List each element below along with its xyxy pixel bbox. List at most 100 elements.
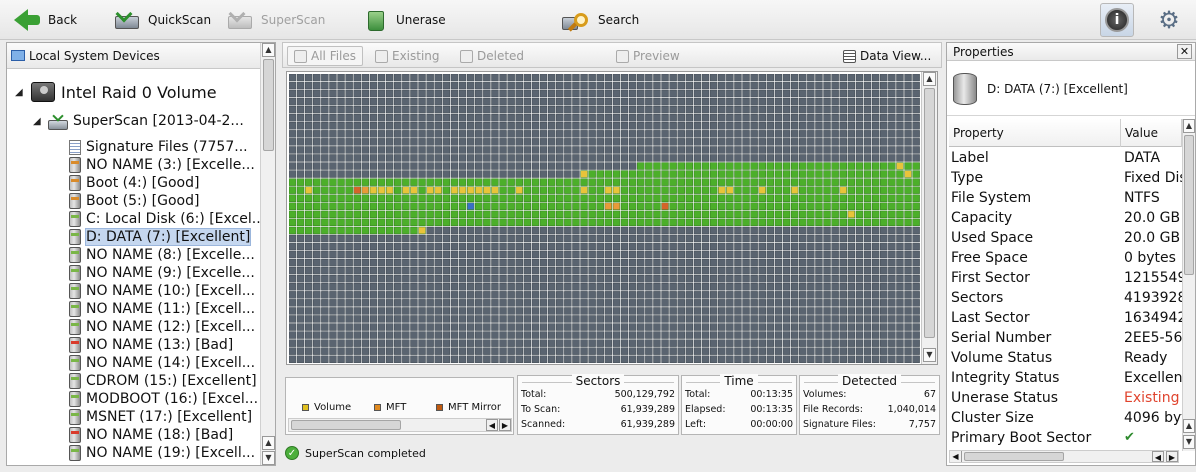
legend-scroll-thumb[interactable] — [291, 420, 401, 430]
property-row[interactable]: First Sector 1215549 — [951, 270, 1182, 290]
property-row[interactable]: File System NTFS — [951, 190, 1182, 210]
property-row[interactable]: Last Sector 1634942 — [951, 310, 1182, 330]
cluster-cell — [556, 130, 564, 138]
tree-volume-node[interactable]: NO NAME (19:) [Excell... — [69, 444, 255, 462]
tab-deleted[interactable]: Deleted — [460, 46, 524, 66]
back-button[interactable]: Back — [12, 4, 77, 36]
cluster-cell — [507, 81, 515, 90]
cluster-cell — [466, 170, 475, 178]
tree-volume-node[interactable]: NO NAME (18:) [Bad] — [69, 426, 233, 444]
property-row[interactable]: Type Fixed Dis — [951, 170, 1182, 190]
sectors-toscan-row: To Scan: 61,939,289 — [521, 404, 675, 415]
cluster-cell — [693, 226, 702, 235]
cluster-cell — [588, 331, 596, 339]
tree-device-node[interactable]: ◢ Intel Raid 0 Volume — [15, 80, 217, 104]
cluster-cell — [669, 170, 677, 178]
info-button[interactable]: i — [1100, 3, 1134, 37]
cluster-cell — [556, 186, 564, 194]
property-row[interactable]: Label DATA — [951, 150, 1182, 170]
unerase-button[interactable]: Unerase — [360, 4, 446, 36]
cluster-cell — [450, 291, 459, 299]
expand-triangle-icon[interactable]: ◢ — [15, 87, 25, 98]
cluster-map-scroll-thumb[interactable] — [924, 88, 935, 338]
tree-volume-node[interactable]: NO NAME (14:) [Excell... — [69, 354, 255, 372]
properties-horizontal-scrollbar[interactable]: ◀ ◀ ▶ — [949, 450, 1179, 463]
tree-volume-node[interactable]: MSNET (17:) [Excellent] — [69, 408, 252, 426]
tree-volume-node[interactable]: C: Local Disk (6:) [Excel... — [69, 210, 261, 228]
cluster-cell — [394, 331, 402, 339]
properties-hscroll-thumb[interactable] — [964, 452, 1064, 461]
tree-volume-node[interactable]: NO NAME (12:) [Excell... — [69, 318, 255, 336]
scroll-left-icon[interactable]: ◀ — [1152, 451, 1164, 462]
tree-volume-node[interactable]: NO NAME (13:) [Bad] — [69, 336, 233, 354]
property-row[interactable]: Primary Boot Sector ✔ — [951, 430, 1182, 450]
column-value-header[interactable]: Value — [1121, 119, 1182, 147]
tree-volume-node[interactable]: NO NAME (10:) [Excell... — [69, 282, 255, 300]
scroll-right-icon[interactable]: ▶ — [1166, 451, 1178, 462]
cluster-cell — [904, 178, 912, 186]
quickscan-button[interactable]: QuickScan — [112, 4, 211, 36]
property-row[interactable]: Cluster Size 4096 byt — [951, 410, 1182, 430]
scroll-up-icon[interactable]: ▲ — [923, 72, 936, 86]
cluster-cell — [547, 97, 556, 106]
close-icon[interactable]: ✕ — [1177, 44, 1192, 59]
cluster-cell — [337, 323, 345, 331]
legend-horizontal-scrollbar[interactable]: ◀ ▶ — [288, 418, 512, 432]
scroll-up-icon[interactable]: ▲ — [1183, 419, 1195, 433]
property-row[interactable]: Used Space 20.0 GB — [951, 230, 1182, 250]
cluster-cell — [904, 283, 912, 291]
tab-existing[interactable]: Existing — [375, 46, 440, 66]
cluster-cell — [774, 210, 783, 219]
tree-vertical-scrollbar[interactable]: ▲ ▲ ▼ — [260, 43, 275, 465]
scroll-left-icon[interactable]: ◀ — [486, 419, 498, 431]
cluster-cell — [880, 89, 888, 98]
superscan-button[interactable]: SuperScan — [225, 4, 325, 36]
tree-volume-node[interactable]: NO NAME (3:) [Excelle... — [69, 156, 255, 174]
cluster-cell — [612, 234, 621, 243]
scroll-right-icon[interactable]: ▶ — [499, 419, 511, 431]
scroll-down-icon[interactable]: ▼ — [1183, 435, 1195, 449]
property-row[interactable]: Volume Status Ready — [951, 350, 1182, 370]
cluster-cell — [361, 162, 370, 170]
tab-preview[interactable]: Preview — [616, 46, 680, 66]
scroll-down-icon[interactable]: ▼ — [262, 451, 275, 465]
scroll-up-icon[interactable]: ▲ — [262, 43, 275, 57]
property-row[interactable]: Sectors 4193928 — [951, 290, 1182, 310]
cluster-cell — [353, 331, 361, 339]
tree-scan-node[interactable]: ◢ SuperScan [2013-04-2... — [33, 110, 244, 132]
cluster-cell — [871, 74, 880, 82]
tree-volume-node[interactable]: Signature Files (7757... — [69, 138, 248, 156]
scroll-up-icon[interactable]: ▲ — [262, 436, 275, 450]
cluster-cell — [620, 250, 629, 259]
tree-volume-node[interactable]: CDROM (15:) [Excellent] — [69, 372, 257, 390]
properties-scroll-thumb[interactable] — [1184, 135, 1194, 275]
scroll-up-icon[interactable]: ▲ — [1183, 119, 1195, 133]
expand-triangle-icon[interactable]: ◢ — [33, 116, 43, 127]
data-view-button[interactable]: Data View... — [843, 46, 931, 66]
settings-button[interactable]: ⚙ — [1152, 3, 1186, 37]
tree-scroll-thumb[interactable] — [263, 59, 274, 151]
scroll-left-icon[interactable]: ◀ — [950, 451, 962, 462]
properties-vertical-scrollbar[interactable]: ▲ ▲ ▼ — [1182, 119, 1195, 451]
cluster-map-scrollbar[interactable]: ▲ ▼ — [921, 72, 937, 364]
property-row[interactable]: Capacity 20.0 GB — [951, 210, 1182, 230]
column-property-header[interactable]: Property — [949, 119, 1121, 147]
property-row[interactable]: Unerase Status Existing — [951, 390, 1182, 410]
scroll-down-icon[interactable]: ▼ — [923, 348, 936, 362]
tab-all-files[interactable]: All Files — [287, 46, 364, 66]
tree-volume-node[interactable]: Boot (5:) [Good] — [69, 192, 199, 210]
tree-volume-node[interactable]: MODBOOT (16:) [Excel... — [69, 390, 258, 408]
property-row[interactable]: Free Space 0 bytes — [951, 250, 1182, 270]
tree-volume-node[interactable]: NO NAME (11:) [Excell... — [69, 300, 255, 318]
search-button[interactable]: Search — [562, 4, 639, 36]
cluster-cell — [726, 283, 734, 291]
cluster-cell — [742, 242, 750, 251]
property-row[interactable]: Integrity Status Excellent — [951, 370, 1182, 390]
tree-volume-node[interactable]: NO NAME (9:) [Excelle... — [69, 264, 255, 282]
volume-icon — [69, 229, 81, 245]
cluster-cell — [718, 234, 726, 243]
property-row[interactable]: Serial Number 2EE5-56 — [951, 330, 1182, 350]
tree-volume-node[interactable]: D: DATA (7:) [Excellent] — [69, 228, 252, 246]
tree-volume-node[interactable]: NO NAME (8:) [Excelle... — [69, 246, 255, 264]
tree-volume-node[interactable]: Boot (4:) [Good] — [69, 174, 199, 192]
